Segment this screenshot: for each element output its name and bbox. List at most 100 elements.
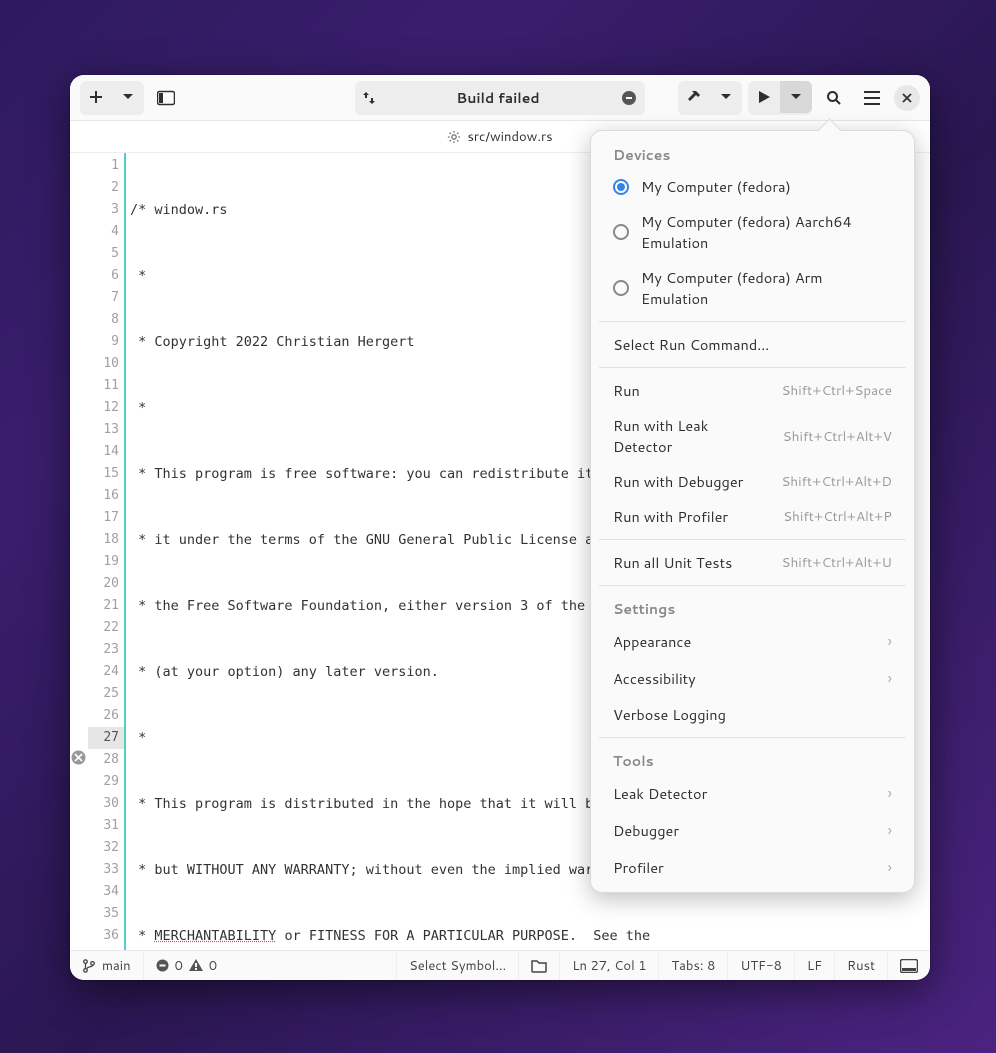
run-menu-chevron[interactable]: [780, 81, 812, 113]
line-number: 12: [88, 397, 124, 419]
line-number: 14: [88, 441, 124, 463]
language[interactable]: Rust: [834, 951, 887, 980]
line-number: 34: [88, 881, 124, 903]
warning-icon: [189, 959, 203, 972]
header-bar: Build failed: [70, 75, 930, 121]
settings-section-title: Settings: [597, 591, 908, 623]
run-group: [748, 81, 812, 115]
radio-icon: [613, 280, 629, 296]
line-number: 22: [88, 617, 124, 639]
line-number: 7: [88, 287, 124, 309]
vcs-branch[interactable]: main: [70, 951, 143, 980]
folder-icon: [531, 959, 547, 973]
line-number: 6: [88, 265, 124, 287]
tool-profiler[interactable]: Profiler›: [597, 849, 908, 886]
accelerator: Shift+Ctrl+Alt+D: [781, 472, 892, 491]
chevron-right-icon: ›: [888, 856, 892, 879]
select-run-command[interactable]: Select Run Command…: [597, 327, 908, 362]
encoding[interactable]: UTF-8: [727, 951, 794, 980]
menu-separator: [599, 585, 906, 586]
line-number-gutter: 1 2 3 4 5 6 7 8 9 10 11 12 13 14 15 16 1…: [88, 153, 126, 950]
toggle-sidebar-button[interactable]: [150, 82, 182, 114]
toggle-bottom-panel-button[interactable]: [887, 951, 930, 980]
menu-separator: [599, 321, 906, 322]
menu-separator: [599, 539, 906, 540]
line-number: 2: [88, 177, 124, 199]
run-action[interactable]: RunShift+Ctrl+Space: [597, 373, 908, 408]
line-number: 23: [88, 639, 124, 661]
chevron-right-icon: ›: [888, 819, 892, 842]
radio-icon: [613, 224, 629, 240]
ide-window: Build failed: [70, 75, 930, 980]
line-number: 13: [88, 419, 124, 441]
new-button[interactable]: [80, 81, 112, 113]
accelerator: Shift+Ctrl+Space: [781, 381, 892, 400]
line-number: 10: [88, 353, 124, 375]
settings-verbose-logging[interactable]: Verbose Logging: [597, 697, 908, 732]
line-ending[interactable]: LF: [794, 951, 834, 980]
run-all-unit-tests[interactable]: Run all Unit TestsShift+Ctrl+Alt+U: [597, 545, 908, 580]
run-menu-popover: Devices My Computer (fedora) My Computer…: [590, 130, 915, 893]
sort-icon: [363, 91, 375, 105]
line-number: 16: [88, 485, 124, 507]
line-number: 33: [88, 859, 124, 881]
line-number: 15: [88, 463, 124, 485]
device-label: My Computer (fedora) Aarch64 Emulation: [641, 211, 892, 253]
line-number: 8: [88, 309, 124, 331]
accelerator: Shift+Ctrl+Alt+U: [781, 553, 892, 572]
build-group: [678, 81, 742, 115]
tool-leak-detector[interactable]: Leak Detector›: [597, 775, 908, 812]
gear-icon: [447, 130, 461, 144]
tab-path: src/window.rs: [467, 128, 552, 146]
line-number: 21: [88, 595, 124, 617]
build-menu-chevron[interactable]: [710, 81, 742, 113]
run-with-profiler[interactable]: Run with ProfilerShift+Ctrl+Alt+P: [597, 499, 908, 534]
run-with-debugger[interactable]: Run with DebuggerShift+Ctrl+Alt+D: [597, 464, 908, 499]
line-number: 28: [88, 749, 124, 771]
settings-appearance[interactable]: Appearance›: [597, 623, 908, 660]
run-button[interactable]: [748, 81, 780, 113]
error-marker-icon[interactable]: [71, 750, 86, 765]
new-menu-chevron[interactable]: [112, 81, 144, 113]
device-option-aarch64[interactable]: My Computer (fedora) Aarch64 Emulation: [597, 204, 908, 260]
line-number: 32: [88, 837, 124, 859]
error-gutter: [70, 153, 88, 950]
line-number: 24: [88, 661, 124, 683]
accelerator: Shift+Ctrl+Alt+P: [783, 507, 892, 526]
device-label: My Computer (fedora) Arm Emulation: [641, 267, 892, 309]
open-folder-button[interactable]: [518, 951, 559, 980]
hamburger-menu-button[interactable]: [856, 82, 888, 114]
cursor-position[interactable]: Ln 27, Col 1: [559, 951, 658, 980]
search-button[interactable]: [818, 82, 850, 114]
device-option-fedora[interactable]: My Computer (fedora): [597, 169, 908, 204]
run-with-leak-detector[interactable]: Run with Leak DetectorShift+Ctrl+Alt+V: [597, 408, 908, 464]
diagnostics[interactable]: 0 0: [143, 951, 230, 980]
new-group: [80, 81, 144, 115]
window-close-button[interactable]: [894, 85, 920, 111]
line-number: 27: [88, 727, 124, 749]
settings-accessibility[interactable]: Accessibility›: [597, 660, 908, 697]
radio-icon: [613, 179, 629, 195]
chevron-right-icon: ›: [888, 667, 892, 690]
line-number: 3: [88, 199, 124, 221]
line-number: 1: [88, 155, 124, 177]
device-option-arm[interactable]: My Computer (fedora) Arm Emulation: [597, 260, 908, 316]
build-button[interactable]: [678, 81, 710, 113]
menu-separator: [599, 737, 906, 738]
line-number: 19: [88, 551, 124, 573]
line-number: 17: [88, 507, 124, 529]
line-number: 5: [88, 243, 124, 265]
status-bar: main 0 0 Select Symbol… Ln 27, Col 1 Tab…: [70, 950, 930, 980]
line-number: 35: [88, 903, 124, 925]
stop-icon[interactable]: [621, 90, 637, 106]
build-status-text: Build failed: [383, 88, 613, 108]
line-number: 25: [88, 683, 124, 705]
tool-debugger[interactable]: Debugger›: [597, 812, 908, 849]
indent-setting[interactable]: Tabs: 8: [658, 951, 727, 980]
line-number: 26: [88, 705, 124, 727]
line-number: 11: [88, 375, 124, 397]
build-status-omnibar[interactable]: Build failed: [355, 81, 645, 115]
line-number: 18: [88, 529, 124, 551]
line-number: 20: [88, 573, 124, 595]
select-symbol[interactable]: Select Symbol…: [396, 951, 518, 980]
